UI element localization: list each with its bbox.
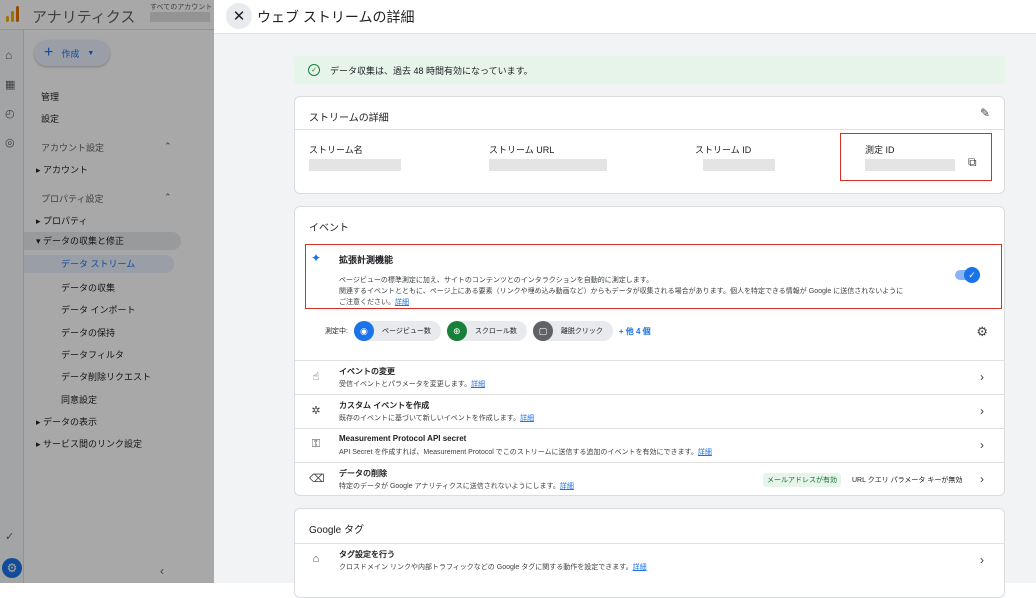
events-title: イベント	[309, 223, 349, 234]
key-icon: ⚿	[311, 438, 321, 450]
drawer-header: ✕ ウェブ ストリームの詳細	[214, 0, 1036, 34]
email-enabled-badge: メールアドレスが有効	[763, 473, 841, 487]
stream-id-value	[703, 159, 775, 171]
detail-link[interactable]: 詳細	[560, 483, 574, 490]
chip-label: 離脱クリック	[560, 328, 603, 335]
row-desc: 受信イベントとパラメータを変更します。詳細	[339, 381, 486, 388]
measurement-id-value	[865, 159, 955, 171]
stream-url-value	[489, 159, 607, 171]
measuring-chips: 測定中: ◉ ページビュー数 ⊕ スクロール数 ▢ 離脱クリック + 他 4 個	[325, 321, 651, 341]
events-card: イベント ✦ 拡張計測機能 ページビューの標準測定に加え、サイトのコンテンツとの…	[294, 206, 1005, 496]
data-collection-banner: ✓ データ収集は、過去 48 時間有効になっています。	[294, 56, 1005, 84]
row-desc: 特定のデータが Google アナリティクスに送信されないようにします。詳細	[339, 483, 574, 490]
chip-outbound-clicks[interactable]: ▢ 離脱クリック	[532, 321, 613, 341]
stream-name-label: ストリーム名	[309, 145, 363, 155]
banner-text: データ収集は、過去 48 時間有効になっています。	[330, 65, 533, 76]
measurement-id-label: 測定 ID	[865, 145, 895, 155]
detail-link[interactable]: 詳細	[520, 415, 534, 422]
toggle-check-icon: ✓	[964, 267, 980, 283]
eraser-icon: ⌫	[309, 473, 325, 485]
sparkle-icon: ✦	[311, 251, 322, 265]
tag-settings-row[interactable]: ⌂ タグ設定を行う クロスドメイン リンクや内部トラフィックなどの Google…	[295, 543, 1004, 579]
web-stream-details-drawer: ✕ ウェブ ストリームの詳細 ✓ データ収集は、過去 48 時間有効になっていま…	[214, 0, 1036, 598]
tag-icon: ⌂	[312, 553, 320, 565]
chip-scrolls[interactable]: ⊕ スクロール数	[446, 321, 527, 341]
enhanced-measurement-section: ✦ 拡張計測機能 ページビューの標準測定に加え、サイトのコンテンツとのインタラク…	[305, 244, 995, 310]
chevron-right-icon: ›	[980, 472, 984, 486]
desc-line-2: 関連するイベントとともに、ページ上にある要素（リンクや埋め込み動画など）からもデ…	[339, 288, 904, 295]
desc-line-3: ご注意ください。	[339, 299, 395, 306]
chip-label: ページビュー数	[381, 328, 431, 335]
more-events-link[interactable]: + 他 4 個	[619, 326, 651, 337]
drawer-title: ウェブ ストリームの詳細	[257, 9, 415, 25]
chevron-right-icon: ›	[980, 553, 984, 567]
close-button[interactable]: ✕	[226, 3, 252, 29]
event-row-custom[interactable]: ✲ カスタム イベントを作成 既存のイベントに基づいて新しいイベントを作成します…	[295, 394, 1004, 428]
row-title: カスタム イベントを作成	[339, 401, 430, 410]
edit-pencil-icon[interactable]: ✎	[980, 106, 990, 120]
chevron-right-icon: ›	[980, 438, 984, 452]
event-row-measurement-protocol[interactable]: ⚿ Measurement Protocol API secret API Se…	[295, 428, 1004, 462]
enhanced-measurement-title: 拡張計測機能	[339, 255, 394, 265]
enhanced-measurement-toggle[interactable]: ✓	[955, 267, 980, 283]
enhanced-settings-gear-icon[interactable]: ⚙	[976, 324, 988, 340]
chevron-right-icon: ›	[980, 404, 984, 418]
copy-icon[interactable]: ⧉	[968, 155, 977, 170]
eye-icon: ◉	[353, 321, 374, 341]
detail-link[interactable]: 詳細	[698, 449, 712, 456]
row-desc: クロスドメイン リンクや内部トラフィックなどの Google タグに関する動作を…	[339, 564, 647, 571]
row-title: データの削除	[339, 469, 387, 478]
mouse-icon: ▢	[532, 321, 553, 341]
row-desc: 既存のイベントに基づいて新しいイベントを作成します。詳細	[339, 415, 535, 422]
event-row-modify[interactable]: ☝ イベントの変更 受信イベントとパラメータを変更します。詳細 ›	[295, 360, 1004, 394]
row-title: Measurement Protocol API secret	[339, 434, 467, 443]
detail-link[interactable]: 詳細	[471, 381, 485, 388]
event-row-data-redaction[interactable]: ⌫ データの削除 特定のデータが Google アナリティクスに送信されないよう…	[295, 462, 1004, 496]
url-query-disabled-badge: URL クエリ パラメータ キーが無効	[852, 477, 963, 484]
check-circle-icon: ✓	[308, 64, 320, 76]
scroll-target-icon: ⊕	[446, 321, 467, 341]
enhanced-measurement-description: ページビューの標準測定に加え、サイトのコンテンツとのインタラクションを自動的に測…	[339, 275, 964, 308]
scrim-overlay[interactable]	[0, 0, 214, 583]
stream-name-value	[309, 159, 401, 171]
row-desc: API Secret を作成すれば、Measurement Protocol で…	[339, 449, 712, 456]
chip-page-views[interactable]: ◉ ページビュー数	[353, 321, 441, 341]
row-title: イベントの変更	[339, 367, 395, 376]
stream-id-label: ストリーム ID	[695, 145, 752, 155]
row-title: タグ設定を行う	[339, 550, 395, 559]
stream-details-title: ストリームの詳細	[309, 113, 389, 124]
chip-label: スクロール数	[474, 328, 517, 335]
chevron-right-icon: ›	[980, 370, 984, 384]
detail-link[interactable]: 詳細	[633, 564, 647, 571]
enhanced-detail-link[interactable]: 詳細	[395, 299, 409, 306]
google-tag-card: Google タグ ⌂ タグ設定を行う クロスドメイン リンクや内部トラフィック…	[294, 508, 1005, 598]
stream-details-card: ストリームの詳細 ✎ ストリーム名 ストリーム URL ストリーム ID 測定 …	[294, 96, 1005, 194]
magic-wand-icon: ✲	[311, 405, 321, 417]
touch-icon: ☝	[312, 371, 320, 383]
stream-url-label: ストリーム URL	[489, 145, 555, 155]
desc-line-1: ページビューの標準測定に加え、サイトのコンテンツとのインタラクションを自動的に測…	[339, 277, 654, 284]
measuring-label: 測定中:	[325, 328, 348, 335]
